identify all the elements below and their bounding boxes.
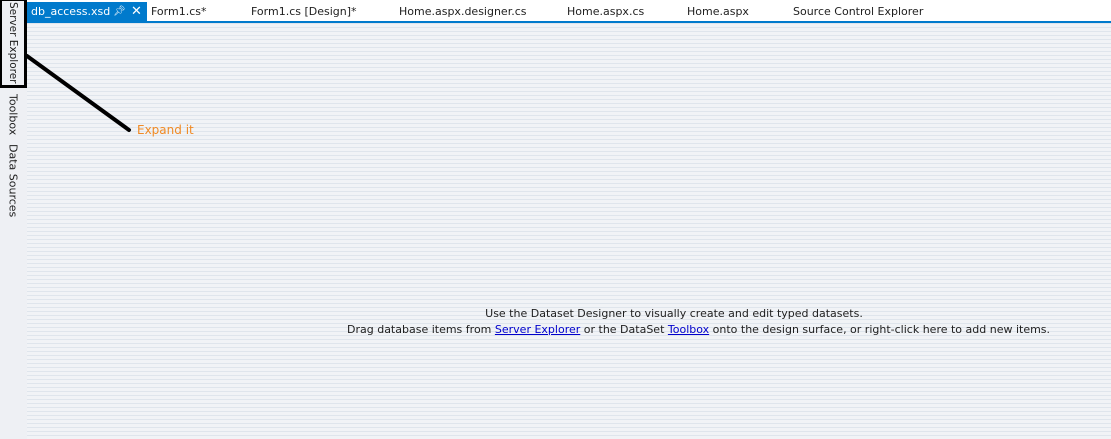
designer-hint-line1: Use the Dataset Designer to visually cre… [485, 307, 863, 320]
toolbox-link[interactable]: Toolbox [668, 323, 709, 336]
data-sources-label: Data Sources [6, 144, 20, 218]
server-explorer-link[interactable]: Server Explorer [495, 323, 580, 336]
tab-label: Form1.cs [Design]* [251, 5, 357, 18]
annotation-text: Expand it [137, 123, 194, 137]
hint-text: onto the design surface, or right-click … [709, 323, 1051, 336]
data-sources-tab[interactable]: Data Sources [1, 144, 25, 218]
designer-hint-line2: Drag database items from Server Explorer… [347, 323, 1050, 336]
tab-label: Home.aspx.designer.cs [399, 5, 527, 18]
tab-source-control-explorer[interactable]: Source Control Explorer [793, 3, 923, 21]
tab-home-aspx[interactable]: Home.aspx [687, 3, 749, 21]
hint-text: or the DataSet [580, 323, 668, 336]
tab-home-aspx-designer-cs[interactable]: Home.aspx.designer.cs [399, 3, 527, 21]
tab-label: Home.aspx.cs [567, 5, 645, 18]
tab-label: Home.aspx [687, 5, 749, 18]
tab-label: Source Control Explorer [793, 5, 924, 18]
tab-form1-design[interactable]: Form1.cs [Design]* [251, 3, 357, 21]
hint-text: Drag database items from [347, 323, 495, 336]
tab-home-aspx-cs[interactable]: Home.aspx.cs [567, 3, 644, 21]
